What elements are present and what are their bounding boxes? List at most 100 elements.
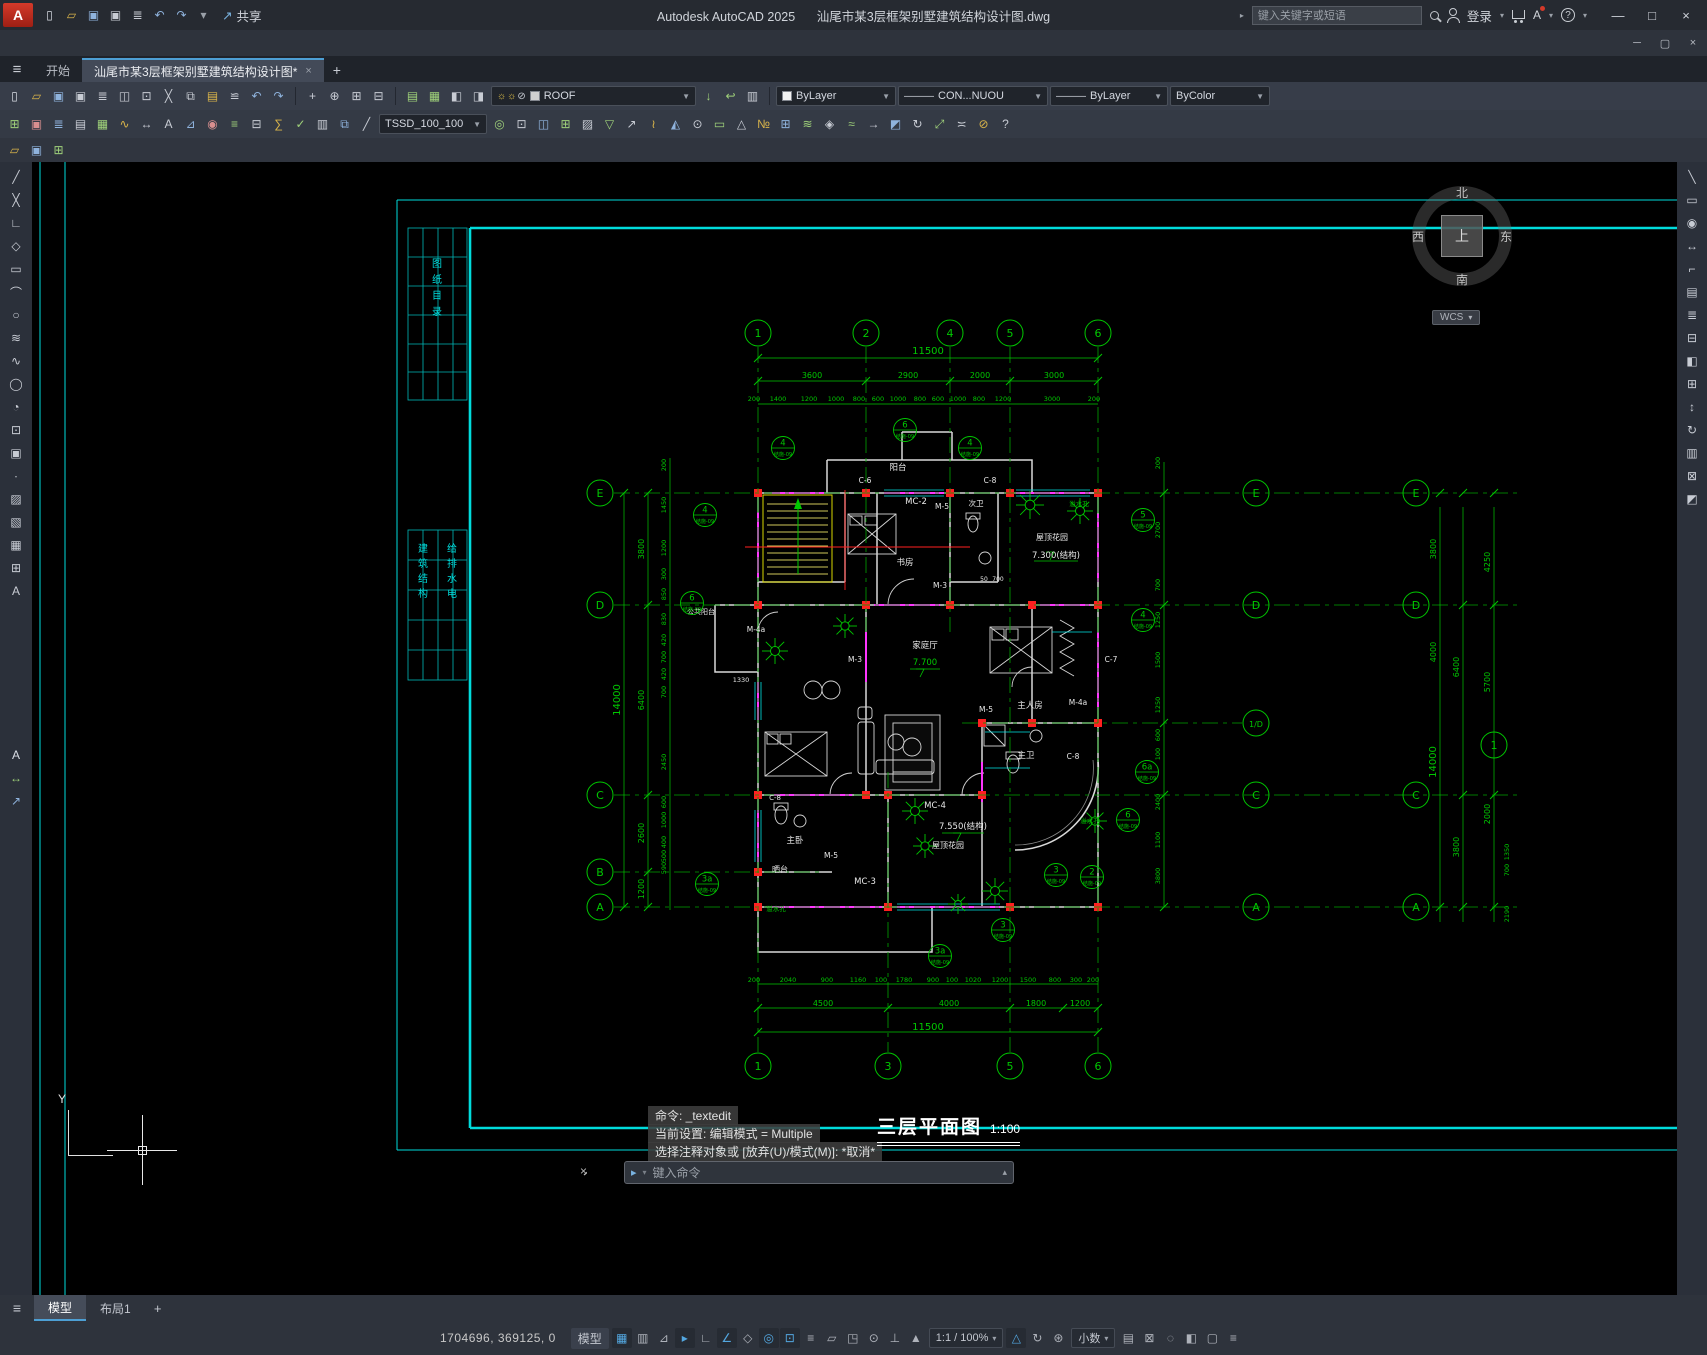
- selection-cycling-icon[interactable]: ◳: [843, 1328, 863, 1348]
- maximize-button[interactable]: □: [1635, 0, 1669, 30]
- linetype-combo[interactable]: ——— CON...NUOU ▼: [898, 86, 1048, 106]
- match-properties-icon[interactable]: ≌: [224, 86, 245, 106]
- copy-icon[interactable]: ⧉: [180, 86, 201, 106]
- command-expand-icon[interactable]: ▴: [1002, 1167, 1007, 1178]
- object-snap-icon[interactable]: ⊡: [779, 1328, 800, 1348]
- tssd-rebar-icon[interactable]: ∿: [114, 114, 135, 134]
- drawing-canvas[interactable]: 1 2 4 5 6 1 3 5 6 E D C B A E D 1/D C A E D C A 1 11500 3600 2900…: [32, 162, 1677, 1295]
- dynamic-ucs-icon[interactable]: ⊥: [885, 1328, 905, 1348]
- model-space-button[interactable]: 模型: [570, 1327, 609, 1349]
- tssd-num-icon[interactable]: №: [753, 114, 774, 134]
- layer-properties-icon[interactable]: ▤: [402, 86, 423, 106]
- tssd-check-icon[interactable]: ✓: [290, 114, 311, 134]
- tssd-purge-icon[interactable]: ⊘: [973, 114, 994, 134]
- lineweight-icon[interactable]: ≡: [801, 1328, 821, 1348]
- spline-icon[interactable]: ∿: [4, 350, 28, 372]
- layer-states-icon[interactable]: ▦: [424, 86, 445, 106]
- tssd-window-icon[interactable]: ⊞: [555, 114, 576, 134]
- compass-up-button[interactable]: 上: [1441, 215, 1483, 257]
- tssd-save-icon[interactable]: ▣: [26, 140, 47, 160]
- undo-icon[interactable]: ↶: [246, 86, 267, 106]
- tssd-rotate-icon[interactable]: ↻: [907, 114, 928, 134]
- layer-unisolate-icon[interactable]: ◨: [468, 86, 489, 106]
- help-caret-icon[interactable]: ▾: [1583, 11, 1587, 20]
- open-icon[interactable]: ▱: [26, 86, 47, 106]
- doc-minimize-button[interactable]: ─: [1623, 30, 1651, 56]
- tab-close-icon[interactable]: ×: [305, 65, 311, 77]
- pan-icon[interactable]: +: [302, 86, 323, 106]
- hatch-icon[interactable]: ▨: [4, 488, 28, 510]
- tssd-cloud-icon[interactable]: ≈: [841, 114, 862, 134]
- tssd-foundation-icon[interactable]: ⊟: [246, 114, 267, 134]
- tssd-style-combo[interactable]: TSSD_100_100 ▼: [379, 114, 487, 134]
- tssd-beam-icon[interactable]: ≣: [48, 114, 69, 134]
- tssd-leader-icon[interactable]: ↗: [621, 114, 642, 134]
- ellipse-arc-icon[interactable]: ◔: [4, 396, 28, 418]
- clean-screen-icon[interactable]: ▢: [1202, 1328, 1222, 1348]
- sketch-icon[interactable]: ╲: [1680, 166, 1704, 188]
- make-block-icon[interactable]: ▣: [4, 442, 28, 464]
- layer-combo[interactable]: ☼ ☼ ⊘ ROOF ▼: [491, 86, 696, 106]
- coordinates-display[interactable]: 1704696, 369125, 0: [440, 1331, 556, 1345]
- tssd-edit-icon[interactable]: ╱: [356, 114, 377, 134]
- tab-document[interactable]: 汕尾市某3层框架别墅建筑结构设计图* ×: [82, 58, 324, 82]
- tssd-text-icon[interactable]: A: [158, 114, 179, 134]
- tssd-section-icon[interactable]: ⊿: [180, 114, 201, 134]
- login-caret-icon[interactable]: ▾: [1500, 11, 1504, 20]
- tssd-slab-icon[interactable]: ▦: [92, 114, 113, 134]
- share-button[interactable]: ↗ 共享: [222, 6, 262, 25]
- zoom-realtime-icon[interactable]: ⊕: [324, 86, 345, 106]
- dim-linear-icon[interactable]: ↔: [1680, 235, 1704, 257]
- rename-icon[interactable]: ⊞: [1680, 373, 1704, 395]
- arc-icon[interactable]: ⌒: [4, 281, 28, 303]
- ellipse-icon[interactable]: ◯: [4, 373, 28, 395]
- zoom-previous-icon[interactable]: ⊟: [368, 86, 389, 106]
- command-wrench-icon[interactable]: [580, 1164, 588, 1178]
- command-input[interactable]: ▸ ▾ 键入命令 ▴: [624, 1161, 1014, 1184]
- properties-icon[interactable]: ▥: [742, 86, 763, 106]
- redo-icon[interactable]: ↷: [268, 86, 289, 106]
- leader-icon[interactable]: ↗: [4, 790, 28, 812]
- tssd-grid-icon[interactable]: ⊞: [4, 114, 25, 134]
- qat-redo-icon[interactable]: ↷: [171, 5, 192, 25]
- qat-new-icon[interactable]: ▯: [39, 5, 60, 25]
- quick-properties-icon[interactable]: ▤: [1118, 1328, 1138, 1348]
- command-dropdown-icon[interactable]: ▾: [643, 1168, 647, 1177]
- qat-undo-icon[interactable]: ↶: [149, 5, 170, 25]
- tssd-sum-icon[interactable]: ≋: [797, 114, 818, 134]
- polar-tracking-icon[interactable]: ∠: [716, 1328, 737, 1348]
- region-icon[interactable]: ▦: [4, 534, 28, 556]
- layout-menu-icon[interactable]: ≡: [0, 1300, 34, 1316]
- autocad-logo-button[interactable]: A: [3, 3, 33, 27]
- zoom-window-icon[interactable]: ⊞: [346, 86, 367, 106]
- tssd-weld-icon[interactable]: ◭: [665, 114, 686, 134]
- qat-dropdown-icon[interactable]: ▾: [193, 5, 214, 25]
- object-snap-tracking-icon[interactable]: ◎: [758, 1328, 779, 1348]
- tab-model[interactable]: 模型: [34, 1295, 87, 1321]
- search-input[interactable]: 键入关键字或短语: [1251, 5, 1422, 25]
- tssd-dim-icon[interactable]: ↔: [136, 114, 157, 134]
- tssd-help-icon[interactable]: ?: [995, 114, 1016, 134]
- tssd-calc-icon[interactable]: ∑: [268, 114, 289, 134]
- qat-plot-icon[interactable]: ≣: [127, 5, 148, 25]
- tab-start[interactable]: 开始: [34, 58, 82, 82]
- tssd-wall-icon[interactable]: ▤: [70, 114, 91, 134]
- annotation-visibility-icon[interactable]: △: [1006, 1328, 1027, 1348]
- make-object-layer-current-icon[interactable]: ↓: [698, 86, 719, 106]
- units-icon[interactable]: ⊟: [1680, 327, 1704, 349]
- tssd-copy-icon[interactable]: ⧉: [334, 114, 355, 134]
- polyline-icon[interactable]: ∟: [4, 212, 28, 234]
- new-layout-button[interactable]: +: [145, 1301, 171, 1316]
- new-icon[interactable]: ▯: [4, 86, 25, 106]
- compass-north-label[interactable]: 北: [1456, 184, 1468, 201]
- tssd-detail-icon[interactable]: ◉: [202, 114, 223, 134]
- qat-save-icon[interactable]: ▣: [83, 5, 104, 25]
- customization-icon[interactable]: ≡: [1223, 1328, 1243, 1348]
- lock-ui-icon[interactable]: ⊠: [1139, 1328, 1159, 1348]
- color-combo[interactable]: ByLayer ▼: [776, 86, 896, 106]
- mirror-icon[interactable]: ◩: [1680, 488, 1704, 510]
- tssd-hatch-icon[interactable]: ▨: [577, 114, 598, 134]
- compass-west-label[interactable]: 西: [1412, 228, 1424, 245]
- tssd-table-icon[interactable]: ⊞: [775, 114, 796, 134]
- qat-open-icon[interactable]: ▱: [61, 5, 82, 25]
